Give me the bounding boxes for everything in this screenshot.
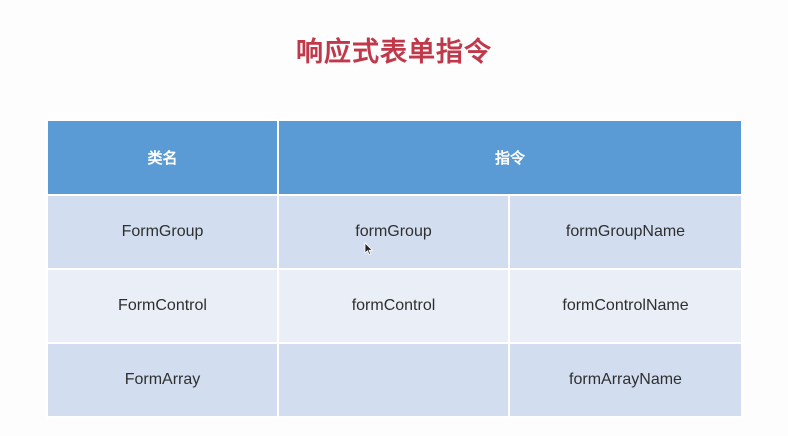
cell-name-directive: formArrayName: [507, 342, 744, 418]
directive-table: 类名 指令 FormGroup formGroup formGroupName …: [46, 119, 744, 418]
slide: 响应式表单指令 类名 指令 FormGroup formGroup formGr…: [0, 0, 788, 436]
cell-directive: [277, 342, 510, 418]
table-row: FormControl formControl formControlName: [46, 268, 744, 344]
table-row: FormArray formArrayName: [46, 342, 744, 418]
cell-directive: formControl: [277, 268, 510, 344]
table-header-row: 类名 指令: [46, 119, 744, 196]
slide-title: 响应式表单指令: [296, 37, 492, 68]
cell-class-name: FormArray: [46, 342, 279, 418]
cell-directive: formGroup: [277, 194, 510, 270]
header-class-name: 类名: [46, 119, 279, 196]
cell-class-name: FormControl: [46, 268, 279, 344]
cell-name-directive: formControlName: [507, 268, 744, 344]
cell-class-name: FormGroup: [46, 194, 279, 270]
header-directive: 指令: [276, 119, 744, 196]
cell-name-directive: formGroupName: [507, 194, 744, 270]
table-row: FormGroup formGroup formGroupName: [46, 194, 744, 270]
